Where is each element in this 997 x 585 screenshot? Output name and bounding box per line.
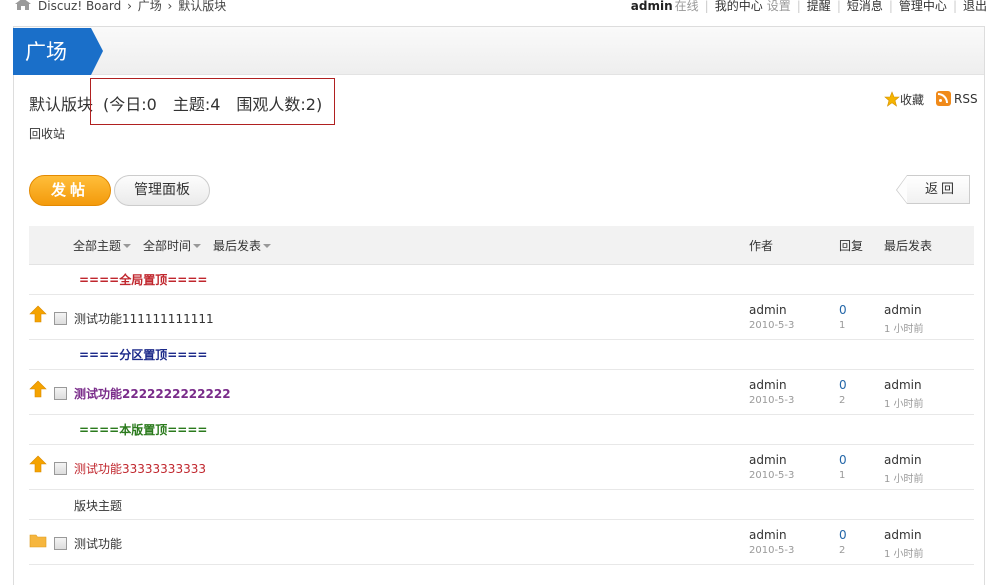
breadcrumb: Discuz! Board › 广场 › 默认版块 xyxy=(38,0,228,14)
favorite-label: 收藏 xyxy=(900,93,925,107)
col-author: 作者 xyxy=(749,239,774,253)
forum-stats: (今日:0 主题:4 围观人数:2) xyxy=(90,78,335,125)
admin-center-link[interactable]: 管理中心 xyxy=(899,0,947,13)
thread-date: 2010-5-3 xyxy=(749,545,795,556)
online-status: 在线 xyxy=(674,0,699,13)
rss-link[interactable]: RSS xyxy=(936,91,978,106)
table-row: 测试功能33333333333 admin 2010-5-3 0 1 admin… xyxy=(29,445,974,490)
thread-views: 1 xyxy=(839,320,846,331)
messages-link[interactable]: 短消息 xyxy=(847,0,883,13)
star-icon xyxy=(884,91,900,107)
settings-link[interactable]: 设置 xyxy=(767,0,791,13)
top-bar: Discuz! Board › 广场 › 默认版块 admin 在线 | 我的中心 设置… xyxy=(0,0,997,16)
stats-today: (今日:0 xyxy=(103,95,157,114)
filter-last-post-label: 最后发表 xyxy=(213,239,262,253)
username-link[interactable]: admin xyxy=(631,0,673,13)
section-label: 版块主题 xyxy=(74,499,123,513)
breadcrumb-separator: › xyxy=(167,0,173,13)
filter-all-time-label: 全部时间 xyxy=(143,239,192,253)
thread-date: 2010-5-3 xyxy=(749,395,795,406)
separator-row: ====分区置顶==== xyxy=(29,340,974,370)
separator-global: ====全局置顶==== xyxy=(79,273,208,287)
pin-up-arrow-icon xyxy=(29,305,47,323)
table-row: 测试功能 admin 2010-5-3 0 2 admin 1 小时前 xyxy=(29,520,974,565)
separator-row: ====全局置顶==== xyxy=(29,265,974,295)
favorite-link[interactable]: 收藏 xyxy=(884,91,924,108)
folder-icon xyxy=(29,534,47,548)
filter-all-topics-label: 全部主题 xyxy=(73,239,122,253)
logout-link[interactable]: 退出 xyxy=(963,0,987,13)
filter-all-topics[interactable]: 全部主题 xyxy=(73,237,132,254)
section-row: 版块主题 xyxy=(29,490,974,520)
pin-up-arrow-icon xyxy=(29,455,47,473)
post-button[interactable]: 发帖 xyxy=(29,175,111,206)
forum-frame: 广场 默认版块 (今日:0 主题:4 围观人数:2) 收藏 RSS 回收站 发帖 管… xyxy=(13,26,985,585)
filter-last-post[interactable]: 最后发表 xyxy=(213,237,272,254)
thread-author[interactable]: admin xyxy=(749,303,787,317)
thread-checkbox[interactable] xyxy=(54,312,67,325)
thread-last-time[interactable]: 1 小时前 xyxy=(884,545,924,560)
caret-down-icon xyxy=(123,244,132,248)
breadcrumb-plaza[interactable]: 广场 xyxy=(138,0,162,13)
recycle-bin-link[interactable]: 回收站 xyxy=(29,125,65,142)
thread-date: 2010-5-3 xyxy=(749,470,795,481)
rss-label: RSS xyxy=(954,92,978,106)
pin-up-arrow-icon xyxy=(29,380,47,398)
table-row: 测试功能111111111111 admin 2010-5-3 0 1 admi… xyxy=(29,295,974,340)
separator-board: ====本版置顶==== xyxy=(79,423,208,437)
manage-panel-button[interactable]: 管理面板 xyxy=(114,175,210,206)
thread-title-link[interactable]: 测试功能33333333333 xyxy=(74,460,206,477)
caret-down-icon xyxy=(193,244,202,248)
header-band xyxy=(14,27,984,75)
thread-title-link[interactable]: 测试功能 xyxy=(74,535,122,552)
separator-zone: ====分区置顶==== xyxy=(79,348,208,362)
thread-checkbox[interactable] xyxy=(54,387,67,400)
thread-views: 1 xyxy=(839,470,846,481)
user-nav: admin 在线 | 我的中心 设置 | 提醒 | 短消息 | 管理中心 | 退出 xyxy=(630,0,987,13)
breadcrumb-board[interactable]: Discuz! Board xyxy=(38,0,121,13)
table-row: 测试功能2222222222222 admin 2010-5-3 0 2 adm… xyxy=(29,370,974,415)
back-button[interactable]: 返回 xyxy=(896,175,970,204)
thread-replies[interactable]: 0 xyxy=(839,453,847,467)
thread-last-user[interactable]: admin xyxy=(884,378,922,392)
stats-watchers: 围观人数:2) xyxy=(236,95,323,114)
thread-table-header: 全部主题 全部时间 最后发表 作者 回复 最后发表 xyxy=(29,226,974,265)
home-icon[interactable] xyxy=(14,0,32,11)
col-last-post: 最后发表 xyxy=(884,239,933,253)
remind-link[interactable]: 提醒 xyxy=(807,0,831,13)
thread-last-time[interactable]: 1 小时前 xyxy=(884,395,924,410)
thread-author[interactable]: admin xyxy=(749,528,787,542)
thread-last-time[interactable]: 1 小时前 xyxy=(884,320,924,335)
thread-views: 2 xyxy=(839,545,846,556)
thread-title-link[interactable]: 测试功能111111111111 xyxy=(74,310,214,327)
my-center-link[interactable]: 我的中心 xyxy=(715,0,763,13)
stats-topics: 主题:4 xyxy=(172,95,221,114)
thread-author[interactable]: admin xyxy=(749,453,787,467)
thread-last-user[interactable]: admin xyxy=(884,453,922,467)
thread-replies[interactable]: 0 xyxy=(839,378,847,392)
thread-title-link[interactable]: 测试功能2222222222222 xyxy=(74,385,231,402)
forum-name: 默认版块 xyxy=(29,95,94,114)
thread-last-user[interactable]: admin xyxy=(884,528,922,542)
thread-views: 2 xyxy=(839,395,846,406)
breadcrumb-forum[interactable]: 默认版块 xyxy=(178,0,226,13)
thread-replies[interactable]: 0 xyxy=(839,528,847,542)
thread-date: 2010-5-3 xyxy=(749,320,795,331)
breadcrumb-separator: › xyxy=(127,0,132,13)
caret-down-icon xyxy=(263,244,272,248)
col-replies: 回复 xyxy=(839,239,864,253)
tab-plaza[interactable]: 广场 xyxy=(13,28,103,75)
thread-last-user[interactable]: admin xyxy=(884,303,922,317)
thread-checkbox[interactable] xyxy=(54,462,67,475)
thread-last-time[interactable]: 1 小时前 xyxy=(884,470,924,485)
thread-author[interactable]: admin xyxy=(749,378,787,392)
rss-icon xyxy=(936,91,951,106)
thread-checkbox[interactable] xyxy=(54,537,67,550)
thread-replies[interactable]: 0 xyxy=(839,303,847,317)
filter-all-time[interactable]: 全部时间 xyxy=(143,237,202,254)
separator-row: ====本版置顶==== xyxy=(29,415,974,445)
